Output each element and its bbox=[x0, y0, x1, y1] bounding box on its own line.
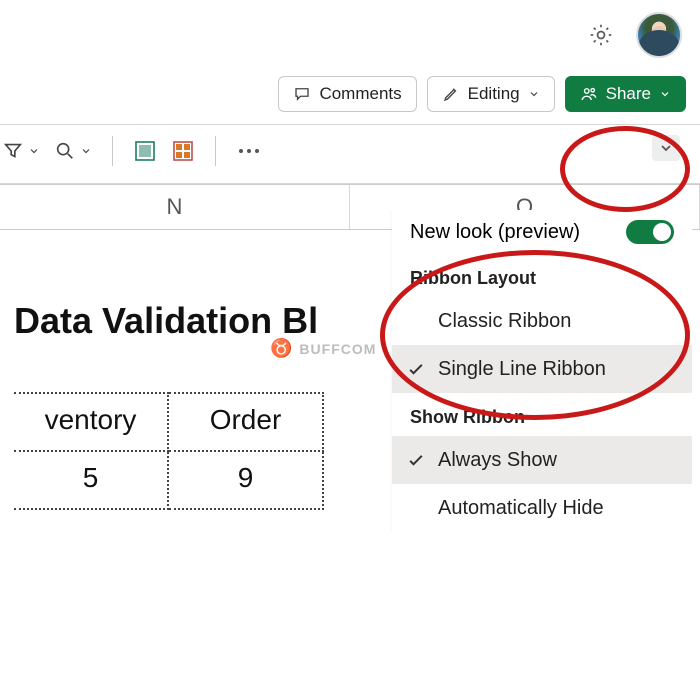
watermark: ♉ BUFFCOM bbox=[270, 338, 376, 359]
title-bar bbox=[0, 0, 700, 70]
new-look-label: New look (preview) bbox=[410, 221, 580, 244]
filter-dropdown[interactable] bbox=[2, 140, 40, 162]
ribbon-options-menu: New look (preview) Ribbon Layout Classic… bbox=[392, 210, 692, 532]
addin-button-2[interactable] bbox=[171, 139, 195, 163]
action-bar: Comments Editing Share bbox=[0, 70, 700, 118]
chevron-down-icon bbox=[80, 145, 92, 157]
section-show-ribbon: Show Ribbon bbox=[392, 393, 692, 436]
gear-icon[interactable] bbox=[588, 22, 614, 48]
comments-button[interactable]: Comments bbox=[278, 76, 416, 112]
table-header-row: ventory Order bbox=[14, 392, 324, 452]
funnel-icon bbox=[2, 140, 24, 162]
table-row: 5 9 bbox=[14, 452, 324, 510]
new-look-toggle-row: New look (preview) bbox=[392, 210, 692, 254]
option-classic-ribbon[interactable]: Classic Ribbon bbox=[392, 297, 692, 345]
table-cell[interactable]: 9 bbox=[169, 452, 324, 510]
data-table: ventory Order 5 9 bbox=[14, 392, 324, 510]
share-button[interactable]: Share bbox=[565, 76, 686, 112]
addin-button-1[interactable] bbox=[133, 139, 157, 163]
addin-icon bbox=[133, 139, 157, 163]
ribbon-toolbar bbox=[0, 125, 700, 177]
option-automatically-hide[interactable]: Automatically Hide bbox=[392, 484, 692, 532]
column-header-n[interactable]: N bbox=[0, 185, 350, 229]
table-header-cell[interactable]: ventory bbox=[14, 392, 169, 452]
chevron-down-icon bbox=[528, 88, 540, 100]
pencil-icon bbox=[442, 85, 460, 103]
more-button[interactable] bbox=[236, 141, 262, 161]
chevron-down-icon bbox=[659, 88, 671, 100]
find-dropdown[interactable] bbox=[54, 140, 92, 162]
option-always-show[interactable]: Always Show bbox=[392, 436, 692, 484]
check-icon bbox=[406, 450, 426, 470]
grid-color-icon bbox=[171, 139, 195, 163]
avatar[interactable] bbox=[636, 12, 682, 58]
editing-button[interactable]: Editing bbox=[427, 76, 555, 112]
watermark-text: BUFFCOM bbox=[299, 341, 376, 357]
comment-icon bbox=[293, 85, 311, 103]
ribbon-options-button[interactable] bbox=[652, 135, 680, 161]
section-ribbon-layout: Ribbon Layout bbox=[392, 254, 692, 297]
toolbar-separator bbox=[215, 136, 216, 166]
table-cell[interactable]: 5 bbox=[14, 452, 169, 510]
new-look-toggle[interactable] bbox=[626, 220, 674, 244]
option-single-line-ribbon[interactable]: Single Line Ribbon bbox=[392, 345, 692, 393]
bull-logo-icon: ♉ bbox=[270, 338, 293, 359]
share-label: Share bbox=[606, 84, 651, 104]
check-icon bbox=[406, 359, 426, 379]
editing-label: Editing bbox=[468, 84, 520, 104]
ellipsis-icon bbox=[236, 141, 262, 161]
comments-label: Comments bbox=[319, 84, 401, 104]
share-people-icon bbox=[580, 85, 598, 103]
table-header-cell[interactable]: Order bbox=[169, 392, 324, 452]
search-icon bbox=[54, 140, 76, 162]
chevron-down-icon bbox=[658, 140, 674, 156]
toolbar-separator bbox=[112, 136, 113, 166]
chevron-down-icon bbox=[28, 145, 40, 157]
